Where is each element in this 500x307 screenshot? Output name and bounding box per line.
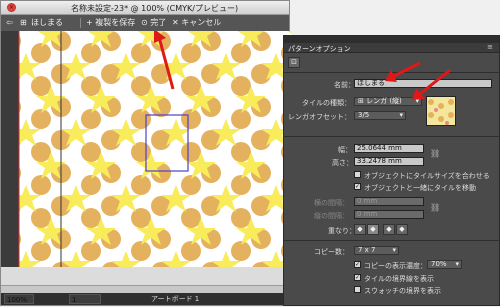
annotation-arrow-name [391, 61, 421, 79]
annotation-arrow-tile-type [419, 68, 451, 96]
annotation-overlay [385, 61, 451, 100]
